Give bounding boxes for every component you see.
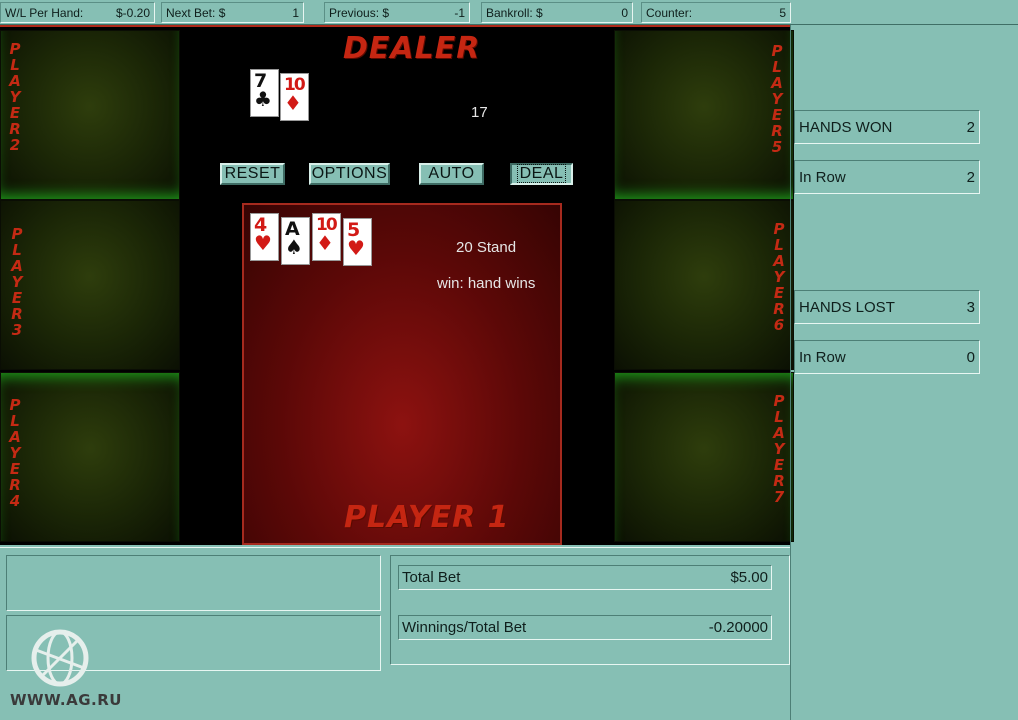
seat-label: PLAYER 2 (9, 40, 21, 154)
seat-label: PLAYER 5 (771, 42, 783, 156)
playing-card: A ♠ (281, 217, 310, 265)
deal-label: DEAL (516, 164, 567, 183)
winnings-ratio-field: Winnings/Total Bet -0.20000 (398, 615, 772, 640)
status-wl-per-hand: W/L Per Hand: $-0.20 (0, 2, 155, 23)
playing-card: 5 ♥ (343, 218, 372, 266)
card-suit-icon: ♥ (254, 231, 272, 255)
status-bankroll: Bankroll: $ 0 (481, 2, 633, 23)
card-suit-icon: ♦ (316, 231, 334, 255)
total-bet-label: Total Bet (402, 569, 461, 586)
dealer-total: 17 (471, 104, 488, 121)
status-label: Counter: (646, 5, 693, 20)
hands-lost-value: 3 (966, 298, 975, 316)
lost-in-row-value: 0 (966, 348, 975, 366)
seat-label: PLAYER 6 (773, 220, 785, 334)
player-1-hand: 4 ♥ A ♠ 10 ♦ 5 ♥ (250, 213, 380, 273)
seat-player-5[interactable]: PLAYER 5 (614, 30, 794, 200)
reset-button[interactable]: RESET (220, 163, 285, 185)
won-in-row-value: 2 (966, 168, 975, 186)
card-suit-icon: ♠ (285, 235, 303, 259)
hands-lost-box: HANDS LOST 3 (794, 290, 980, 324)
card-suit-icon: ♣ (254, 87, 272, 111)
globe-logo-icon (31, 629, 89, 687)
watermark-text: WWW.AG.RU (10, 691, 122, 709)
auto-button[interactable]: AUTO (419, 163, 484, 185)
hands-lost-label: HANDS LOST (799, 298, 895, 316)
player-1-status: 20 Stand (456, 239, 517, 256)
status-value: 1 (292, 5, 299, 20)
player-1-title: PLAYER 1 (344, 500, 510, 535)
dealer-title: DEALER (343, 31, 481, 66)
deal-button[interactable]: DEAL (510, 163, 573, 185)
hands-won-label: HANDS WON (799, 118, 893, 136)
seat-player-2[interactable]: PLAYER 2 (0, 30, 180, 200)
status-value: 0 (621, 5, 628, 20)
playing-card: 10 ♦ (312, 213, 341, 261)
seat-player-6[interactable]: PLAYER 6 (614, 200, 794, 370)
lost-in-row-box: In Row 0 (794, 340, 980, 374)
seat-label: PLAYER 3 (11, 225, 23, 339)
hands-won-box: HANDS WON 2 (794, 110, 980, 144)
won-in-row-box: In Row 2 (794, 160, 980, 194)
status-label: Previous: $ (329, 5, 390, 20)
status-value: 5 (779, 5, 786, 20)
player-1-area: 4 ♥ A ♠ 10 ♦ 5 ♥ 20 Stand win: hand wins PLAYER… (242, 203, 562, 545)
playing-card: 4 ♥ (250, 213, 279, 261)
card-suit-icon: ♦ (284, 91, 302, 115)
playing-card: 7 ♣ (250, 69, 279, 117)
seat-player-3[interactable]: PLAYER 3 (0, 200, 180, 370)
status-label: W/L Per Hand: (5, 5, 84, 20)
total-bet-field: Total Bet $5.00 (398, 565, 772, 590)
winnings-ratio-value: -0.20000 (708, 619, 768, 636)
seat-label: PLAYER 7 (773, 392, 785, 506)
player-1-result: win: hand wins (437, 275, 536, 292)
playing-card: 10 ♦ (280, 73, 309, 121)
hands-won-value: 2 (966, 118, 975, 136)
total-bet-value: $5.00 (730, 569, 768, 586)
message-box-top (6, 555, 381, 611)
seat-player-4[interactable]: PLAYER 4 (0, 372, 180, 542)
card-suit-icon: ♥ (347, 236, 365, 260)
status-value: -1 (454, 5, 465, 20)
status-previous: Previous: $ -1 (324, 2, 470, 23)
dealer-hand: 7 ♣ 10 ♦ (250, 69, 330, 121)
status-value: $-0.20 (115, 5, 150, 20)
status-counter: Counter: 5 (641, 2, 791, 23)
options-button[interactable]: OPTIONS (309, 163, 390, 185)
status-label: Next Bet: $ (166, 5, 226, 20)
seat-player-7[interactable]: PLAYER 7 (614, 372, 794, 542)
lost-in-row-label: In Row (799, 348, 846, 366)
status-next-bet: Next Bet: $ 1 (161, 2, 304, 23)
status-label: Bankroll: $ (486, 5, 543, 20)
won-in-row-label: In Row (799, 168, 846, 186)
winnings-ratio-label: Winnings/Total Bet (402, 619, 527, 636)
seat-label: PLAYER 4 (9, 396, 21, 510)
